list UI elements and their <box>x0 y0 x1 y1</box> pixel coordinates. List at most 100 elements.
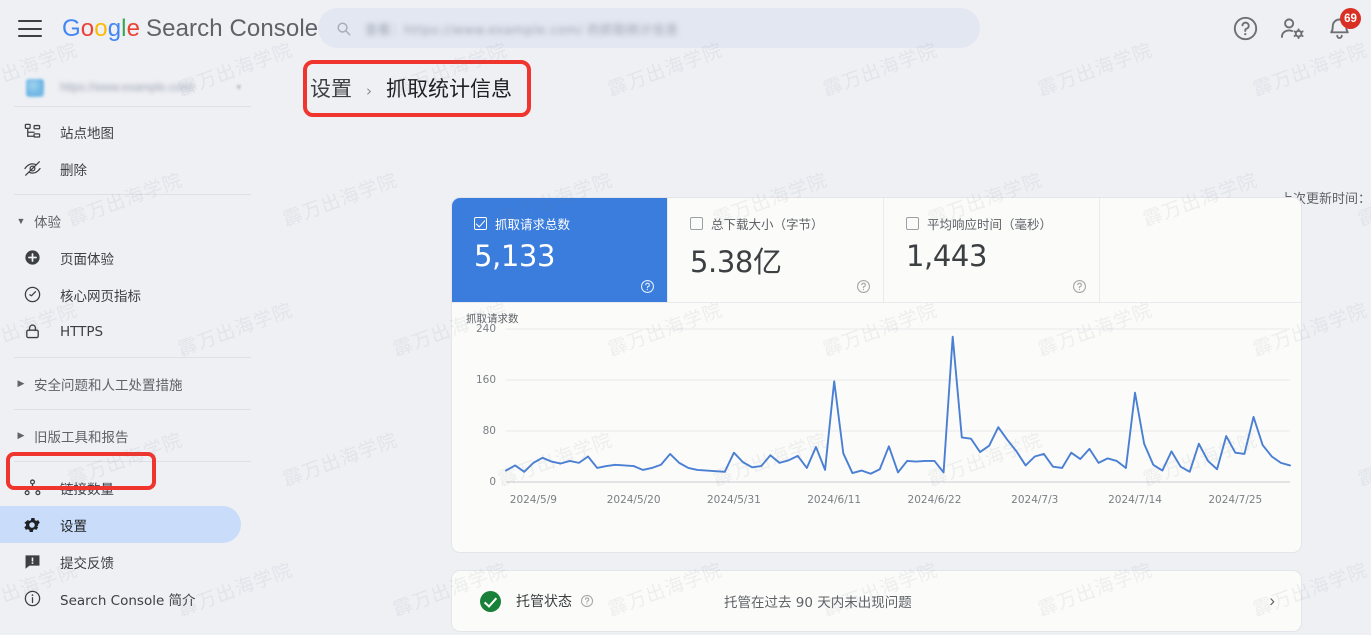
notifications-bell[interactable]: 69 <box>1326 15 1353 42</box>
crawl-requests-chart: 抓取请求数 080160240 2024/5/92024/5/202024/5/… <box>452 303 1301 553</box>
page-title: 抓取统计信息 <box>386 73 512 103</box>
sidebar-item-page-experience[interactable]: 页面体验 <box>0 239 265 276</box>
metric-checkbox[interactable] <box>474 217 487 230</box>
metric-title: 平均响应时间（毫秒） <box>927 214 1052 233</box>
sidebar-section-label: 旧版工具和报告 <box>34 426 129 446</box>
core-web-vitals-icon <box>22 285 42 305</box>
chart-x-tick-label: 2024/5/31 <box>707 494 761 506</box>
sidebar-section-label: 体验 <box>34 211 61 231</box>
links-icon <box>22 478 42 498</box>
chart-x-tick-label: 2024/6/11 <box>807 494 861 506</box>
sidebar-item-label: 站点地图 <box>60 122 114 142</box>
hosting-status-message: 托管在过去 90 天内未出现问题 <box>724 591 912 611</box>
breadcrumb-separator: › <box>366 82 372 100</box>
sidebar-divider <box>14 194 251 195</box>
chevron-down-icon[interactable]: ▾ <box>236 82 241 93</box>
sidebar-item-label: 页面体验 <box>60 248 114 268</box>
hosting-status-card[interactable]: 托管状态 托管在过去 90 天内未出现问题 › <box>451 570 1302 632</box>
lock-icon <box>22 322 42 342</box>
metric-card-total-download-size[interactable]: 总下载大小（字节） 5.38亿 <box>668 198 884 302</box>
chart-x-tick-label: 2024/7/14 <box>1108 494 1162 506</box>
sidebar-item-label: 设置 <box>60 515 87 535</box>
sidebar: https://www.example.com/ ▾ 站点地图 删除 <box>0 57 265 635</box>
sidebar-item-label: HTTPS <box>60 324 103 340</box>
sidebar-divider <box>14 461 251 462</box>
crawl-stats-card: 抓取请求总数 5,133 总下载大小（字节） 5.38亿 <box>451 197 1302 553</box>
sidebar-section-experience[interactable]: ▼ 体验 <box>0 202 265 239</box>
top-bar: GoogleSearch Console 查看：https://www.exam… <box>0 0 1371 57</box>
sidebar-item-label: 核心网页指标 <box>60 285 141 305</box>
help-icon[interactable] <box>856 279 871 294</box>
sidebar-item-label: 提交反馈 <box>60 552 114 572</box>
metric-value: 1,443 <box>906 239 1083 273</box>
sidebar-item-label: 链接数量 <box>60 478 114 498</box>
brand-product-name: Search Console <box>146 15 318 42</box>
info-icon <box>22 589 42 609</box>
metric-title: 总下载大小（字节） <box>711 214 824 233</box>
help-icon[interactable] <box>1072 279 1087 294</box>
chart-x-tick-label: 2024/5/9 <box>510 494 557 506</box>
metric-checkbox[interactable] <box>906 217 919 230</box>
notification-count-badge: 69 <box>1340 8 1361 29</box>
help-icon[interactable] <box>580 594 594 608</box>
top-bar-actions: 69 <box>1232 0 1353 57</box>
sidebar-divider <box>14 409 251 410</box>
sidebar-item-label: Search Console 简介 <box>60 589 196 609</box>
hamburger-icon[interactable] <box>18 20 42 37</box>
chart-y-tick-label: 0 <box>452 476 496 488</box>
app-brand: GoogleSearch Console <box>62 15 318 43</box>
chart-x-tick-label: 2024/5/20 <box>607 494 661 506</box>
chart-y-tick-label: 160 <box>452 374 496 386</box>
breadcrumb-parent[interactable]: 设置 <box>310 73 352 103</box>
hosting-status-label: 托管状态 <box>516 591 572 611</box>
main-content: 设置 › 抓取统计信息 上次更新时间： 抓取请求总数 5,133 总下载大小（字… <box>265 57 1371 635</box>
sidebar-item-https[interactable]: HTTPS <box>0 313 265 350</box>
sidebar-item-about-search-console[interactable]: Search Console 简介 <box>0 580 265 617</box>
property-name: https://www.example.com/ <box>60 82 236 94</box>
metric-value: 5.38亿 <box>690 239 867 281</box>
metric-checkbox[interactable] <box>690 217 703 230</box>
chart-x-tick-label: 2024/7/3 <box>1011 494 1058 506</box>
sidebar-section-label: 安全问题和人工处置措施 <box>34 374 183 394</box>
metric-cards: 抓取请求总数 5,133 总下载大小（字节） 5.38亿 <box>452 198 1301 303</box>
metric-card-total-crawl-requests[interactable]: 抓取请求总数 5,133 <box>452 198 668 302</box>
sidebar-section-legacy-tools[interactable]: ▶ 旧版工具和报告 <box>0 417 265 454</box>
property-favicon <box>26 79 44 97</box>
sidebar-item-sitemaps[interactable]: 站点地图 <box>0 113 265 150</box>
metric-value: 5,133 <box>474 239 651 273</box>
sidebar-item-label: 删除 <box>60 159 87 179</box>
feedback-icon <box>22 552 42 572</box>
eye-off-icon <box>22 159 42 179</box>
search-input-value[interactable]: 查看：https://www.example.com/ 的抓取统计信息 <box>365 19 678 38</box>
metric-header: 总下载大小（字节） <box>690 214 867 233</box>
sidebar-item-links[interactable]: 链接数量 <box>0 469 265 506</box>
chart-plot-area <box>452 303 1302 553</box>
search-bar[interactable]: 查看：https://www.example.com/ 的抓取统计信息 <box>318 8 980 48</box>
property-selector[interactable]: https://www.example.com/ ▾ <box>14 69 251 107</box>
check-circle-icon <box>480 591 501 612</box>
metric-card-empty <box>1100 198 1301 302</box>
metric-header: 平均响应时间（毫秒） <box>906 214 1083 233</box>
chart-x-tick-label: 2024/7/25 <box>1208 494 1262 506</box>
sidebar-divider <box>14 357 251 358</box>
account-settings-icon[interactable] <box>1279 15 1306 42</box>
sidebar-item-removals[interactable]: 删除 <box>0 150 265 187</box>
chart-y-tick-label: 240 <box>452 323 496 335</box>
chevron-right-icon[interactable]: › <box>1269 591 1275 611</box>
caret-right-icon[interactable]: ▶ <box>14 378 28 389</box>
gear-icon <box>22 515 42 535</box>
sidebar-item-feedback[interactable]: 提交反馈 <box>0 543 265 580</box>
sitemap-icon <box>22 122 42 142</box>
breadcrumb: 设置 › 抓取统计信息 <box>310 73 512 103</box>
sidebar-item-core-web-vitals[interactable]: 核心网页指标 <box>0 276 265 313</box>
metric-card-average-response-time[interactable]: 平均响应时间（毫秒） 1,443 <box>884 198 1100 302</box>
page-experience-icon <box>22 248 42 268</box>
sidebar-item-settings[interactable]: 设置 <box>0 506 241 543</box>
metric-header: 抓取请求总数 <box>474 214 651 233</box>
chart-x-tick-label: 2024/6/22 <box>908 494 962 506</box>
sidebar-section-security[interactable]: ▶ 安全问题和人工处置措施 <box>0 365 265 402</box>
caret-down-icon[interactable]: ▼ <box>14 216 28 226</box>
caret-right-icon[interactable]: ▶ <box>14 430 28 441</box>
help-icon[interactable] <box>1232 15 1259 42</box>
help-icon[interactable] <box>640 279 655 294</box>
